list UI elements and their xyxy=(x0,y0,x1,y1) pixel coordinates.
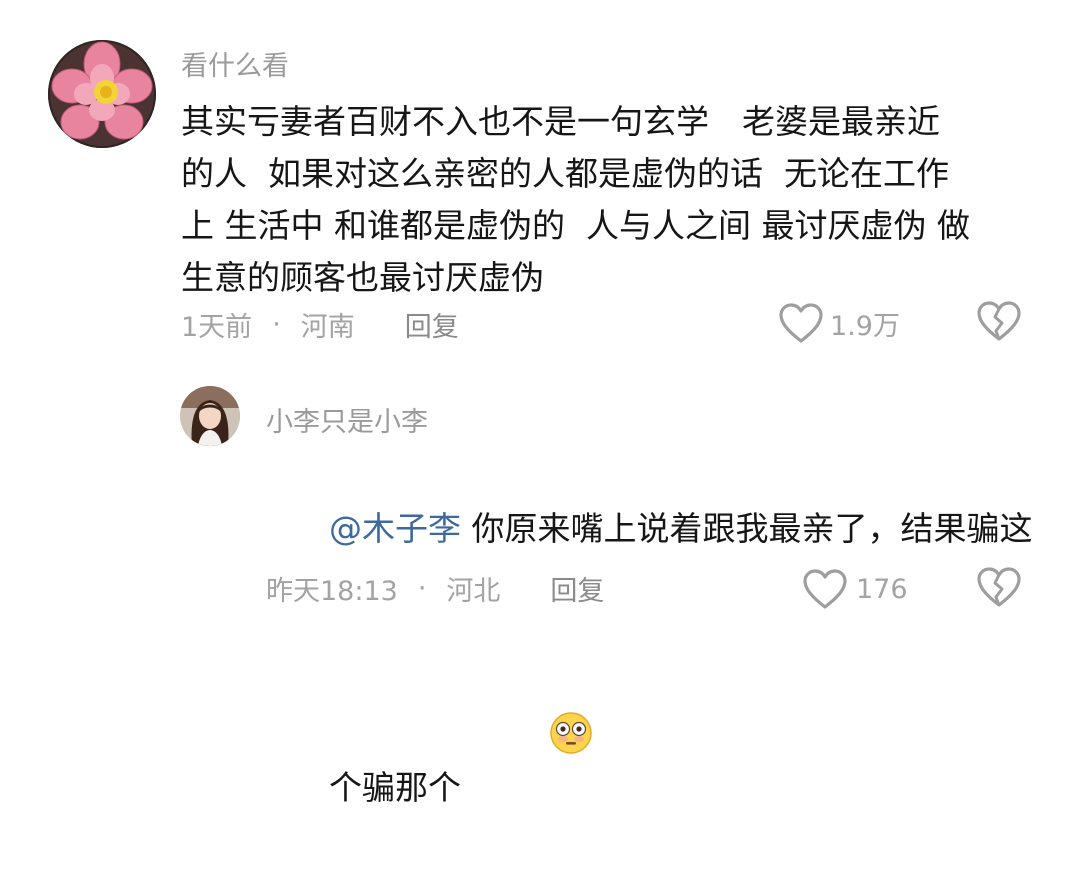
comment-text-line: 的人 如果对这么亲密的人都是虚伪的话 无论在工作 xyxy=(181,154,949,193)
heart-outline-icon xyxy=(779,303,823,343)
comment-time: 1天前 xyxy=(181,311,253,343)
reply-text-part: 个骗那个 xyxy=(328,768,461,807)
reply-button[interactable]: 回复 xyxy=(405,305,459,344)
flushed-face-emoji xyxy=(465,659,593,822)
avatar-lotus[interactable] xyxy=(48,40,156,148)
meta-separator: · xyxy=(272,308,281,340)
reply-location: 河北 xyxy=(446,575,501,607)
like-count: 1.9万 xyxy=(830,310,900,342)
heart-outline-icon xyxy=(803,569,847,609)
reply-text: @木子李 你原来嘴上说着跟我最亲了，结果骗这 个骗那个 xyxy=(266,451,1033,874)
like-button[interactable]: 176 xyxy=(802,566,908,612)
comment-location: 河南 xyxy=(300,311,355,343)
comment-text: 其实亏妻者百财不入也不是一句玄学 老婆是最亲近 的人 如果对这么亲密的人都是虚伪… xyxy=(181,96,970,304)
comment-meta: 1天前 · 河南 回复 xyxy=(181,304,459,344)
like-count: 176 xyxy=(856,573,908,605)
reply-text-part: 你原来嘴上说着跟我最亲了，结果骗这 xyxy=(460,509,1033,548)
mention-link[interactable]: @木子李 xyxy=(329,509,461,548)
dislike-button[interactable] xyxy=(976,566,1022,612)
reply-button[interactable]: 回复 xyxy=(550,569,604,608)
meta-separator: · xyxy=(417,572,427,604)
broken-heart-icon xyxy=(977,567,1021,607)
comment-text-line: 生意的顾客也最讨厌虚伪 xyxy=(181,258,544,297)
lotus-flower-image xyxy=(48,40,156,148)
reply-text-line: 个骗那个 xyxy=(266,607,1032,874)
comment-text-line: 其实亏妻者百财不入也不是一句玄学 老婆是最亲近 xyxy=(181,102,940,141)
reply-meta: 昨天18:13 · 河北 回复 xyxy=(266,568,604,608)
reply-username[interactable]: 小李只是小李 xyxy=(266,400,428,439)
comment-username[interactable]: 看什么看 xyxy=(181,44,289,83)
comment-text-line: 上 生活中 和谁都是虚伪的 人与人之间 最讨厌虚伪 做 xyxy=(181,206,970,245)
reply-time: 昨天18:13 xyxy=(266,575,398,607)
avatar-girl[interactable] xyxy=(180,386,240,446)
dislike-button[interactable] xyxy=(976,300,1022,346)
like-button[interactable]: 1.9万 xyxy=(778,300,900,346)
broken-heart-icon xyxy=(977,301,1021,341)
girl-portrait-image xyxy=(180,386,240,446)
